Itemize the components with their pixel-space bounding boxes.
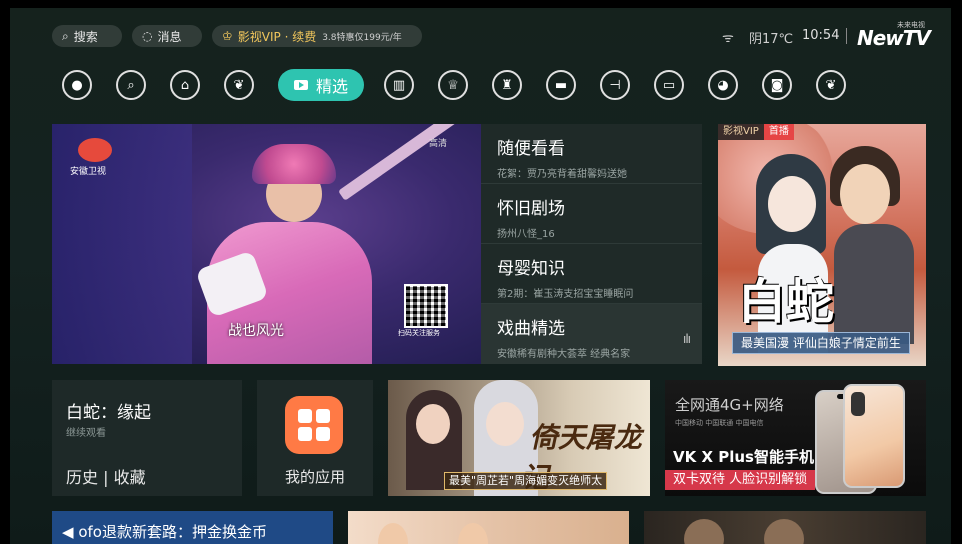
ad-brand: VK X Plus智能手机 [673,448,814,466]
nav-toys-icon[interactable]: ♜ [492,70,522,100]
apps-grid-icon [285,396,343,454]
qr-code [404,284,448,328]
carrier-logos: 中国移动 中国联通 中国电信 [675,419,764,427]
nav-crown-icon[interactable]: ♕ [438,70,468,100]
wifi-icon: ᯤ [722,31,734,46]
nav-tab-featured[interactable]: 精选 [278,69,364,101]
nav-balloon-icon-2[interactable]: ❦ [816,70,846,100]
list-item[interactable]: 母婴知识 第2期：崔玉涛支招宝宝睡眠问 [481,244,702,304]
person-image [378,523,408,544]
white-snake-poster[interactable]: 白蛇 影视VIP 首播 最美国漫 评仙白娘子情定前生 [718,124,926,366]
video-subtitle: 战也风光 [228,323,284,339]
nav-tv-series-icon[interactable]: ▭ [654,70,684,100]
playing-bars-icon: ılı [682,332,691,346]
performer-headdress [252,144,336,184]
quality-label: 高清 [428,139,447,149]
phone-back-image [843,384,905,488]
poster-title-art: 白蛇 [738,274,835,330]
nav-gamepad-icon[interactable]: ◙ [762,70,792,100]
drama-promo-tile[interactable]: 倚天屠龙记 最美"周芷若"周海媚变灭绝师太 [388,380,650,496]
tv-home-screen: ⌕ 搜索 ◌ 消息 ♔ 影视VIP · 续费 3.8特惠仅199元/年 ᯤ 阴1… [10,8,951,544]
video-tile-2[interactable] [348,511,629,544]
qr-label: 扫码关注服务 [398,329,440,337]
list-item-subtitle: 花絮：贾乃亮背着甜馨妈送她 [497,169,627,180]
nav-tab-featured-label: 精选 [315,77,348,96]
nav-movie-clapper-icon[interactable]: ▬ [546,70,576,100]
continue-watching-card[interactable]: 白蛇：缘起 继续观看 历史 | 收藏 [52,380,242,496]
actress-face [416,404,450,444]
drama-caption: 最美"周芷若"周海媚变灭绝师太 [444,472,608,490]
list-item-title: 随便看看 [497,139,565,159]
nav-balloon-icon[interactable]: ❦ [224,70,254,100]
vip-label: 影视VIP · 续费 [237,29,317,44]
history-favorites-link[interactable]: 历史 | 收藏 [66,464,146,488]
clock: 10:54 [802,28,840,43]
premiere-tag: 首播 [763,124,794,140]
news-headline-text: ofo退款新套路：押金换金币 [78,523,267,541]
continue-title: 白蛇：缘起 [66,403,151,423]
nav-fitness-icon[interactable]: ⊣ [600,70,630,100]
weather: 阴17℃ [749,32,794,47]
nav-user-icon[interactable]: ● [62,70,92,100]
actor-face [486,402,524,446]
stage-curtain [52,124,192,364]
brand-main: NewTV [857,26,931,50]
nav-search-icon[interactable]: ⌕ [116,70,146,100]
vip-tag: 影视VIP [718,124,764,140]
vip-renew-button[interactable]: ♔ 影视VIP · 续费 3.8特惠仅199元/年 [212,25,422,47]
chat-bubble-icon: ◌ [142,29,153,43]
divider [846,28,847,44]
tv-icon [293,80,308,90]
list-item-active[interactable]: 戏曲精选 安徽稀有剧种大荟萃 经典名家 ılı [481,304,702,364]
poster-caption: 最美国漫 评仙白娘子情定前生 [732,332,910,354]
messages-button[interactable]: ◌ 消息 [132,25,202,47]
apps-label: 我的应用 [284,468,345,486]
hero-video-player[interactable]: 安徽卫视 高清 战也风光 扫码关注服务 [52,124,481,364]
crown-icon: ♔ [222,29,233,43]
search-label: 搜索 [73,29,98,44]
channel-name: 安徽卫视 [70,167,107,177]
ad-network-text: 全网通4G+网络 [675,396,784,414]
news-headline: ◀ ofo退款新套路：押金换金币 [62,523,267,541]
nav-sports-icon[interactable]: ◕ [708,70,738,100]
girl-face [768,176,816,232]
news-tile[interactable]: ◀ ofo退款新套路：押金换金币 [52,511,333,544]
messages-label: 消息 [157,29,182,44]
list-item-subtitle: 扬州八怪_16 [497,229,555,240]
search-button[interactable]: ⌕ 搜索 [52,25,122,47]
video-tile-3[interactable] [644,511,926,544]
boy-face [840,164,890,224]
person-image [764,519,804,544]
list-item-title: 戏曲精选 [497,319,565,339]
list-item-title: 母婴知识 [497,259,565,279]
phone-ad-tile[interactable]: 全网通4G+网络 中国移动 中国联通 中国电信 VK X Plus智能手机 双卡… [665,380,926,496]
search-icon: ⌕ [62,28,69,43]
list-item-subtitle: 安徽稀有剧种大荟萃 经典名家 [497,349,631,360]
brand-logo: 未来电视 NewTV [857,21,931,50]
person-image [684,519,724,544]
boy-robe [834,224,914,344]
nav-shop-icon[interactable]: ⌂ [170,70,200,100]
vip-promo: 3.8特惠仅199元/年 [322,32,402,43]
poster-tags: 影视VIP 首播 [718,124,794,140]
list-item-subtitle: 第2期：崔玉涛支招宝宝睡眠问 [497,289,634,300]
channel-logo-icon [78,138,112,162]
flag-pole [338,124,476,201]
list-item[interactable]: 怀旧剧场 扬州八怪_16 [481,184,702,244]
person-image [458,523,488,544]
list-item[interactable]: 随便看看 花絮：贾乃亮背着甜馨妈送她 [481,124,702,184]
my-apps-card[interactable]: 我的应用 [257,380,373,496]
channel-list: 随便看看 花絮：贾乃亮背着甜馨妈送她 怀旧剧场 扬州八怪_16 母婴知识 第2期… [481,124,702,364]
continue-subtitle: 继续观看 [66,428,106,439]
nav-book-icon[interactable]: ▥ [384,70,414,100]
ad-slogan: 双卡双待 人脸识别解锁 [665,470,816,490]
list-item-title: 怀旧剧场 [497,199,565,219]
